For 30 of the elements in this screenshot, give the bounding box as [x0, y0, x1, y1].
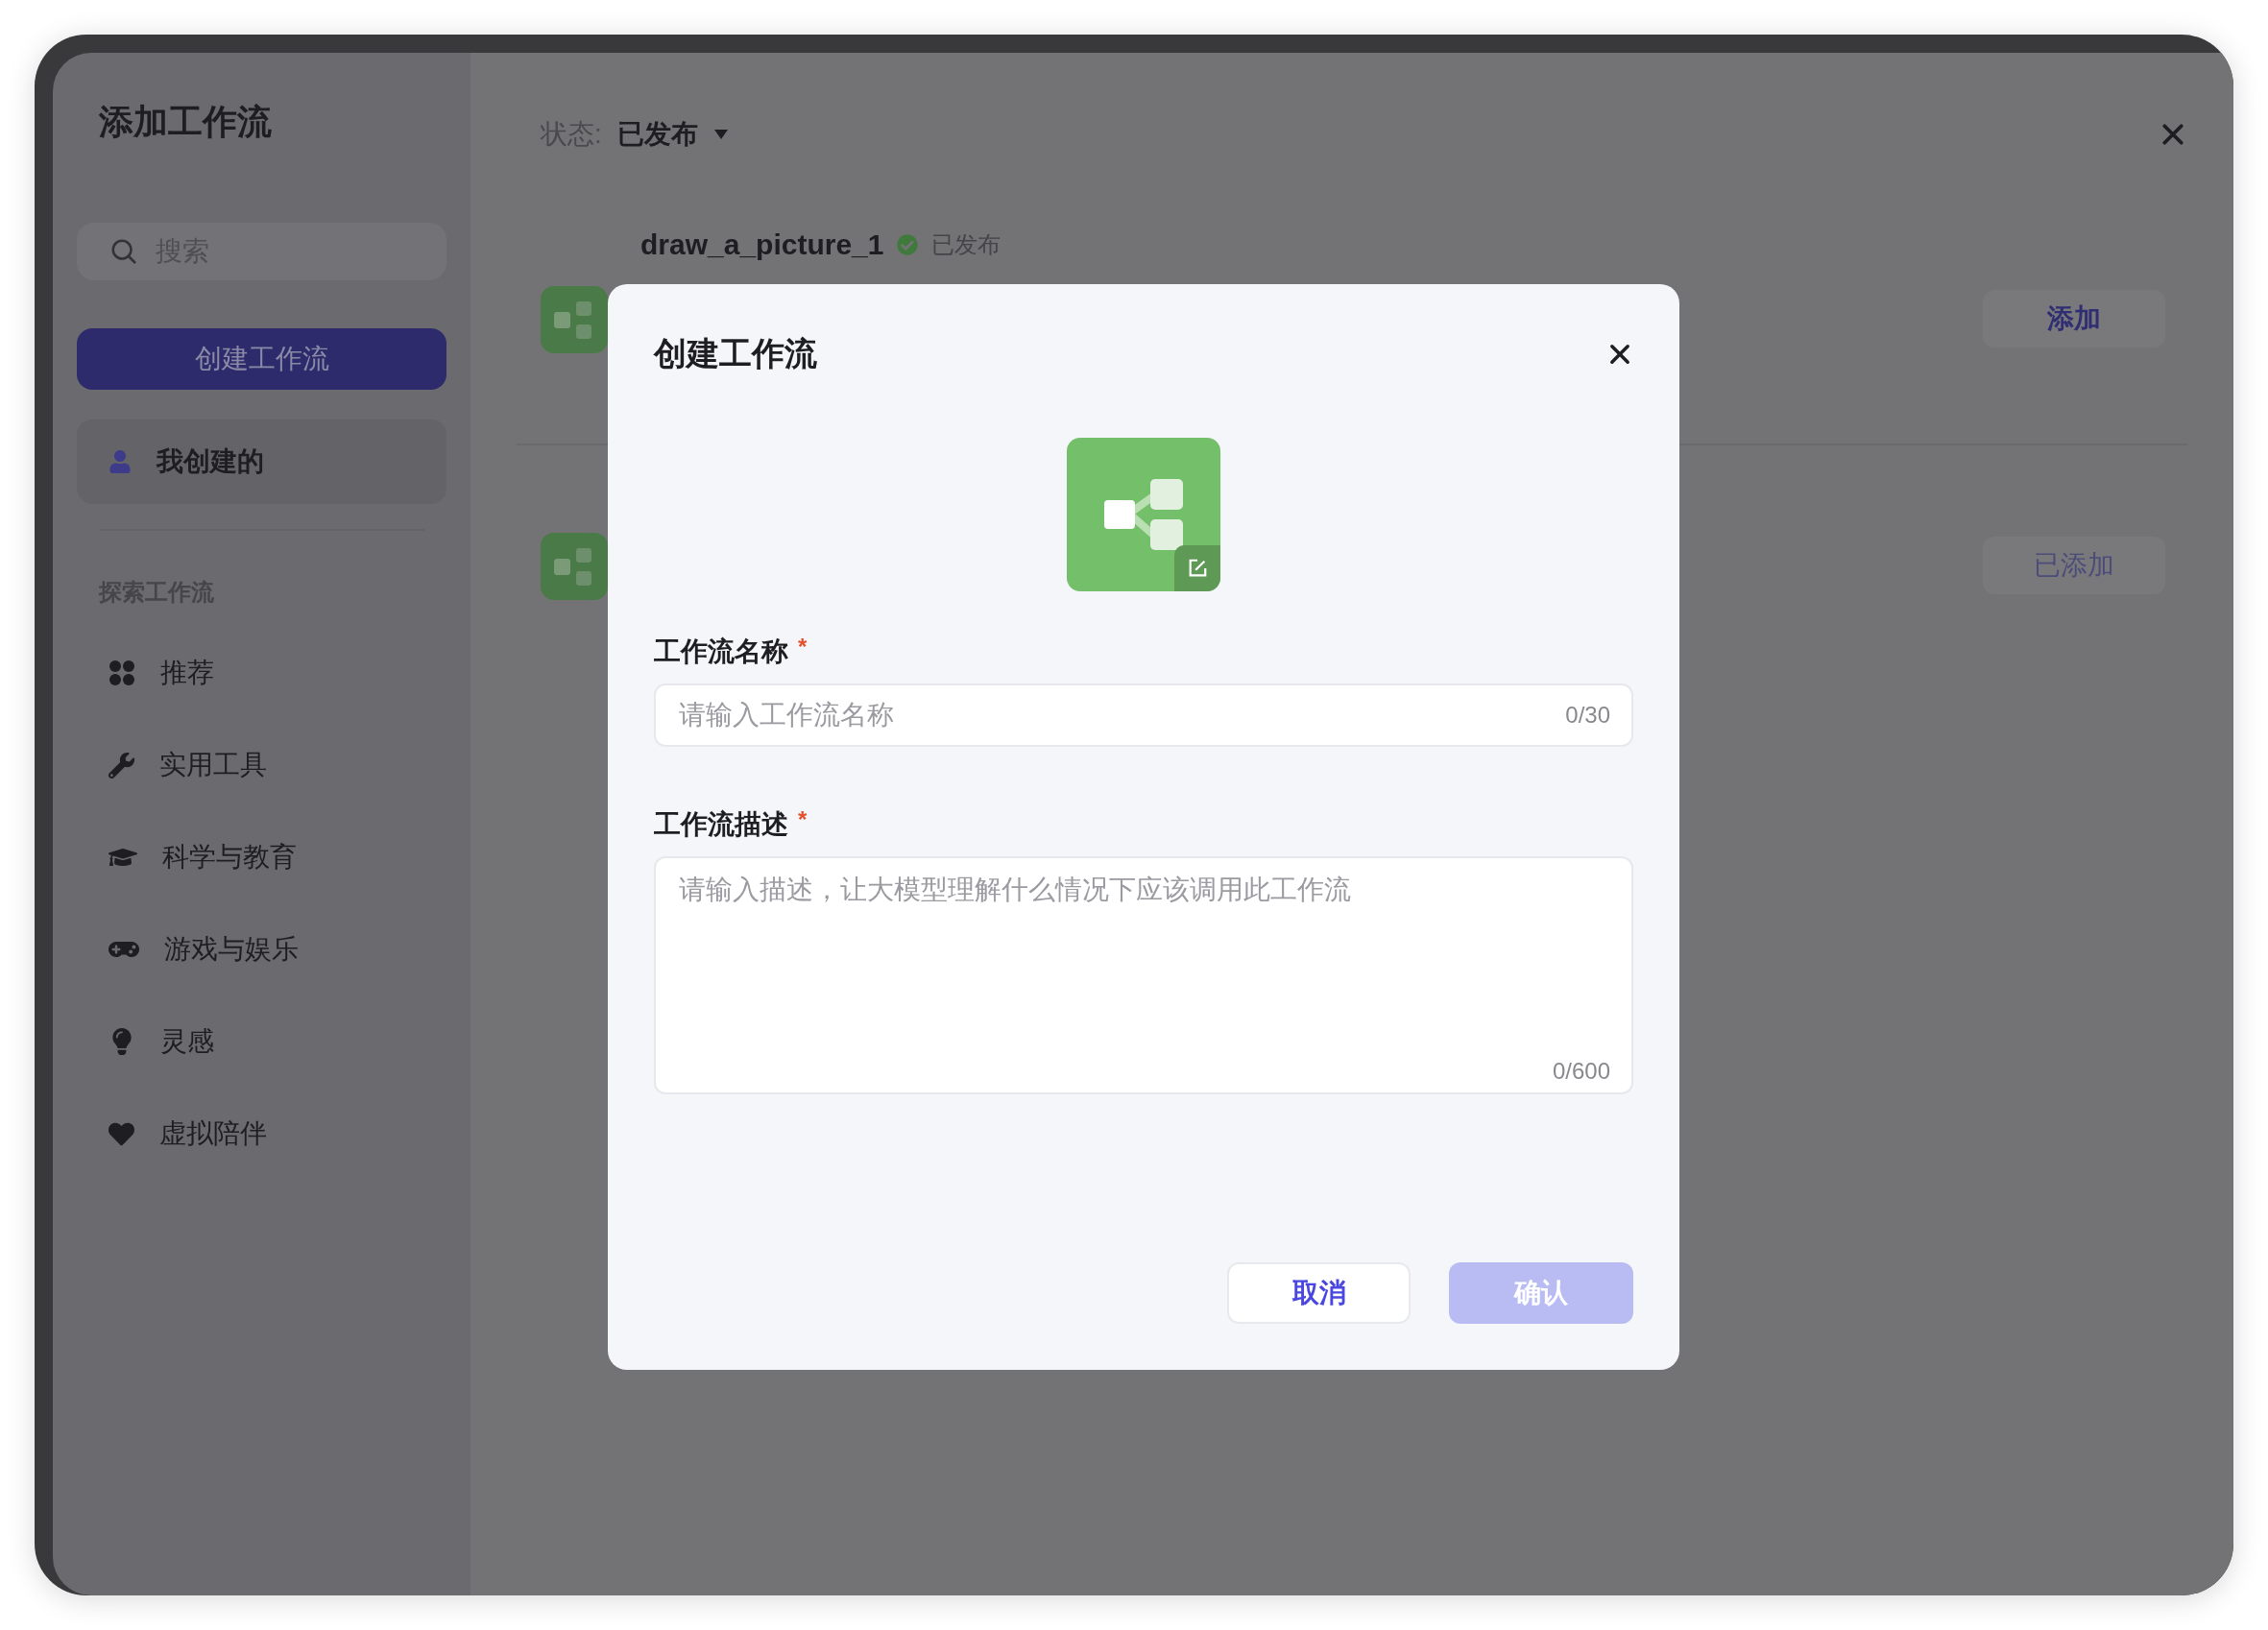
check-icon — [897, 234, 919, 255]
workflow-icon — [541, 533, 608, 600]
field-label: 工作流描述 — [654, 808, 788, 841]
panel-title: 添加工作流 — [99, 101, 273, 143]
dialog-title: 创建工作流 — [654, 334, 817, 373]
required-mark: * — [798, 634, 808, 661]
caret-icon — [712, 129, 729, 140]
sidebar-item[interactable]: 我创建的 — [77, 419, 446, 504]
workflow-name: draw_a_picture_1 — [640, 228, 884, 261]
sidebar-item[interactable]: 推荐 — [77, 644, 446, 702]
char-counter: 0/30 — [1565, 702, 1610, 729]
cancel-button[interactable]: 取消 — [1227, 1262, 1411, 1324]
add-button[interactable]: 添加 — [1983, 290, 2165, 348]
workflow-icon — [541, 286, 608, 353]
char-counter: 0/600 — [1552, 1058, 1610, 1085]
heart-icon — [109, 1120, 134, 1147]
edit-icon[interactable] — [1187, 558, 1208, 579]
create-workflow-button[interactable]: 创建工作流 — [77, 328, 446, 390]
search-icon — [109, 237, 138, 266]
sidebar-item[interactable]: 科学与教育 — [77, 828, 446, 886]
sidebar-item[interactable]: 灵感 — [77, 1013, 446, 1070]
wrench-icon — [109, 752, 134, 779]
grid-icon — [109, 659, 135, 686]
required-mark: * — [798, 806, 808, 834]
field-label: 工作流名称 — [654, 635, 788, 668]
sidebar-item[interactable]: 虚拟陪伴 — [77, 1105, 446, 1163]
sidebar-item[interactable]: 游戏与娱乐 — [77, 921, 446, 978]
workflow-avatar[interactable] — [1067, 438, 1220, 591]
sidebar-item[interactable]: 实用工具 — [77, 736, 446, 794]
user-icon — [109, 450, 132, 473]
